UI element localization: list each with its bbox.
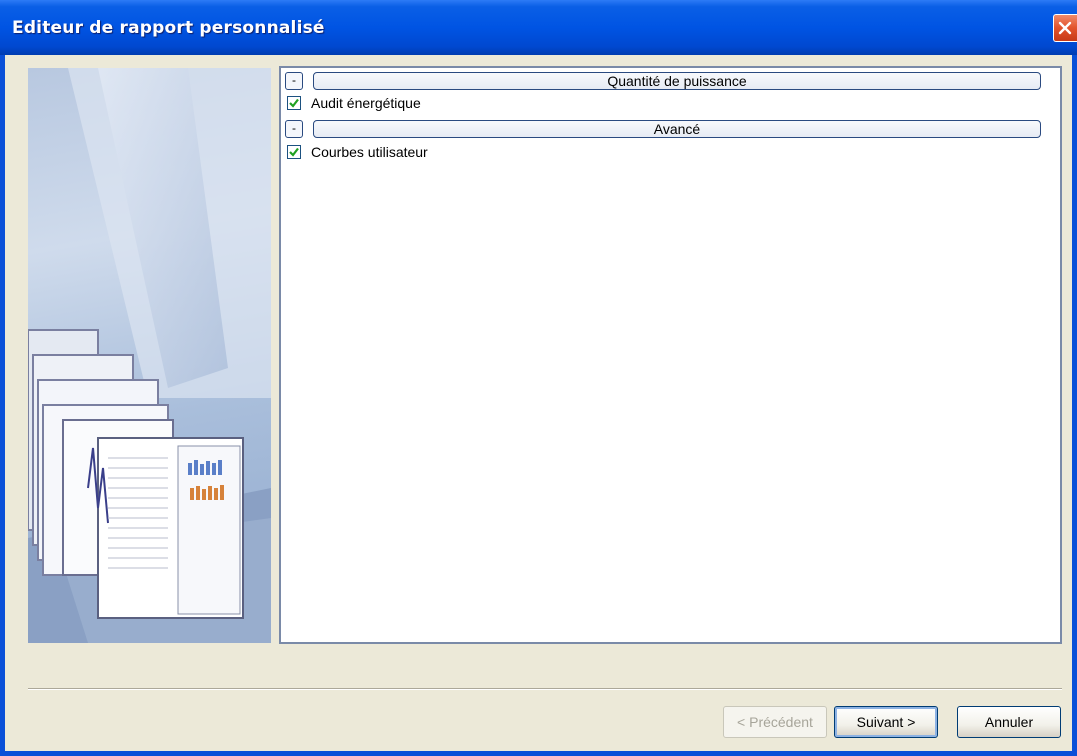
checkbox[interactable] (287, 145, 301, 159)
checkbox[interactable] (287, 96, 301, 110)
item-label: Audit énergétique (311, 95, 421, 111)
cancel-button[interactable]: Annuler (957, 706, 1061, 738)
wizard-side-image (28, 68, 271, 643)
item-label: Courbes utilisateur (311, 144, 428, 160)
list-item[interactable]: Audit énergétique (285, 94, 985, 114)
collapse-button[interactable]: - (285, 72, 303, 90)
group-row-power-quantity: - Quantité de puissance (285, 72, 1045, 90)
collapse-button[interactable]: - (285, 120, 303, 138)
reports-illustration (28, 68, 271, 643)
group-row-advanced: - Avancé (285, 120, 1045, 138)
previous-button[interactable]: < Précédent (723, 706, 827, 738)
window-title: Editeur de rapport personnalisé (12, 18, 325, 38)
group-header-advanced[interactable]: Avancé (313, 120, 1041, 138)
next-button[interactable]: Suivant > (834, 706, 938, 738)
title-bar[interactable]: Editeur de rapport personnalisé (0, 0, 1077, 55)
report-sections-list[interactable]: - Quantité de puissance Audit énergétiqu… (279, 66, 1062, 644)
group-header-power-quantity[interactable]: Quantité de puissance (313, 72, 1041, 90)
checkmark-icon (289, 147, 299, 157)
list-item[interactable]: Courbes utilisateur (285, 143, 985, 163)
dialog-window: Editeur de rapport personnalisé - Quanti… (0, 0, 1077, 756)
divider (28, 688, 1062, 690)
close-icon (1058, 21, 1072, 35)
checkmark-icon (289, 98, 299, 108)
close-button[interactable] (1053, 14, 1077, 42)
